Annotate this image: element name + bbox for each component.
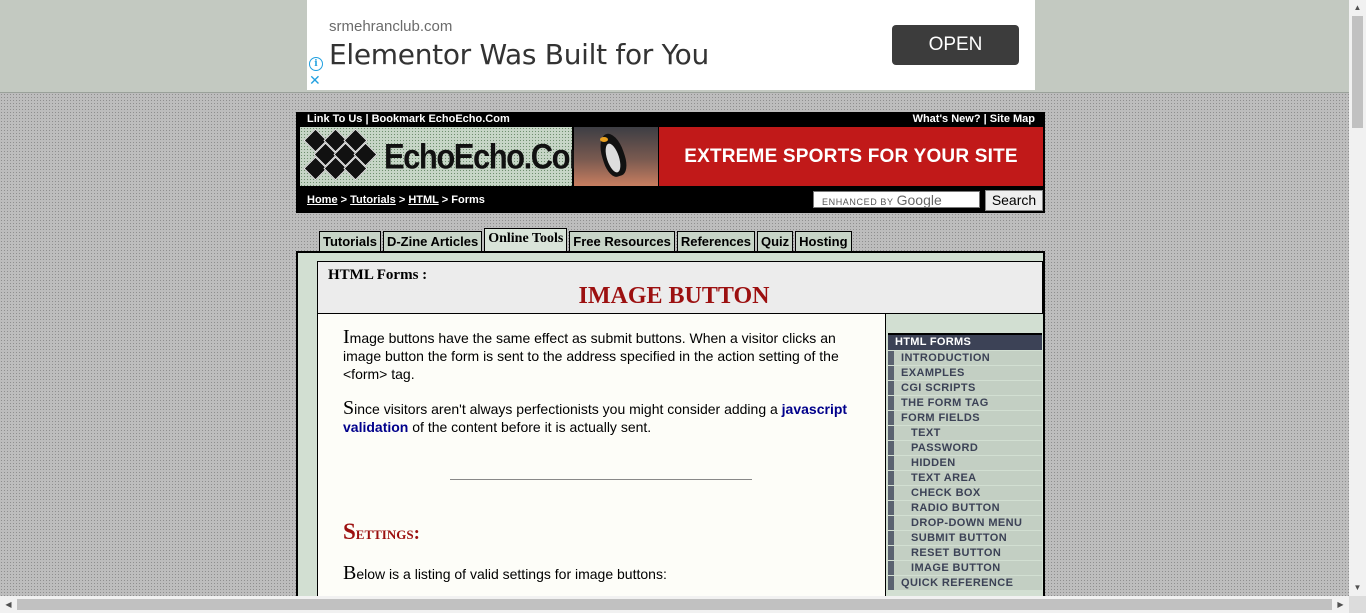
scroll-left-icon[interactable]: ◀	[0, 596, 17, 613]
main-tabs: Tutorials D-Zine Articles Online Tools F…	[319, 228, 854, 252]
close-icon[interactable]: ✕	[309, 72, 321, 88]
sidebar-heading: HTML FORMS	[888, 333, 1042, 350]
page-title: IMAGE BUTTON	[578, 283, 770, 309]
title-box: HTML Forms : IMAGE BUTTON	[317, 261, 1043, 314]
tab-dzine-articles[interactable]: D-Zine Articles	[382, 231, 483, 252]
tab-free-resources[interactable]: Free Resources	[569, 231, 675, 252]
sidebar-item-reset-button[interactable]: RESET BUTTON	[888, 546, 1042, 560]
extreme-sports-banner[interactable]: EXTREME SPORTS FOR YOUR SITE	[659, 127, 1043, 186]
settings-heading: Settings:	[343, 519, 420, 544]
ad-headline[interactable]: Elementor Was Built for You	[329, 38, 709, 71]
sidebar-item-check-box[interactable]: CHECK BOX	[888, 486, 1042, 500]
sidebar-item-quick-reference[interactable]: QUICK REFERENCE	[888, 576, 1042, 590]
breadcrumb-current: Forms	[451, 194, 485, 206]
tab-references[interactable]: References	[676, 231, 755, 252]
vertical-scrollbar[interactable]: ▲ ▼	[1349, 0, 1366, 596]
breadcrumb: Home > Tutorials > HTML > Forms	[307, 194, 485, 206]
sidebar-item-radio-button[interactable]: RADIO BUTTON	[888, 501, 1042, 515]
sidebar-item-drop-down-menu[interactable]: DROP-DOWN MENU	[888, 516, 1042, 530]
site-header: Link To Us | Bookmark EchoEcho.Com What'…	[296, 112, 1045, 213]
site-logo[interactable]: EchoEcho.Com	[300, 127, 597, 186]
breadcrumb-sep: >	[398, 194, 406, 206]
search-input[interactable]: ENHANCED BY Google	[813, 191, 980, 208]
sidebar-item-examples[interactable]: EXAMPLES	[888, 366, 1042, 380]
breadcrumb-tutorials[interactable]: Tutorials	[350, 194, 396, 206]
sidebar-item-form-fields[interactable]: FORM FIELDS	[888, 411, 1042, 425]
top-links-left[interactable]: Link To Us | Bookmark EchoEcho.Com	[307, 113, 510, 125]
search-button[interactable]: Search	[985, 190, 1043, 211]
echo-grid-logo-icon	[303, 128, 379, 181]
penguin-image	[574, 127, 658, 186]
breadcrumb-html[interactable]: HTML	[408, 194, 438, 206]
scroll-down-icon[interactable]: ▼	[1349, 580, 1366, 596]
horizontal-scrollbar[interactable]: ◀ ▶	[0, 596, 1349, 613]
article-body: Image buttons have the same effect as su…	[317, 314, 886, 613]
breadcrumb-sep: >	[441, 194, 449, 206]
scrollbar-corner	[1349, 596, 1366, 613]
tab-quiz[interactable]: Quiz	[756, 231, 794, 252]
paragraph-settings: Below is a listing of valid settings for…	[343, 562, 667, 584]
horizontal-scroll-thumb[interactable]	[17, 599, 1332, 610]
scroll-right-icon[interactable]: ▶	[1332, 596, 1349, 613]
breadcrumb-sep: >	[340, 194, 348, 206]
breadcrumb-home[interactable]: Home	[307, 194, 338, 206]
google-brand: Google	[896, 192, 942, 208]
paragraph-validation: Since visitors aren't always perfectioni…	[343, 397, 848, 435]
search-label: ENHANCED BY	[822, 197, 894, 207]
sidebar-item-introduction[interactable]: INTRODUCTION	[888, 351, 1042, 365]
info-icon[interactable]: i	[309, 57, 323, 71]
sidebar-item-hidden[interactable]: HIDDEN	[888, 456, 1042, 470]
tab-tutorials[interactable]: Tutorials	[319, 231, 381, 252]
section-label: HTML Forms :	[328, 267, 428, 283]
sidebar-item-the-form-tag[interactable]: THE FORM TAG	[888, 396, 1042, 410]
sidebar-item-cgi-scripts[interactable]: CGI SCRIPTS	[888, 381, 1042, 395]
sidebar-item-password[interactable]: PASSWORD	[888, 441, 1042, 455]
sidebar-item-text[interactable]: TEXT	[888, 426, 1042, 440]
ad-open-button[interactable]: OPEN	[892, 25, 1019, 65]
top-links-right[interactable]: What's New? | Site Map	[913, 113, 1035, 125]
site-container: Link To Us | Bookmark EchoEcho.Com What'…	[296, 112, 1045, 613]
content-panel: HTML Forms : IMAGE BUTTON Image buttons …	[296, 251, 1045, 613]
ad-banner[interactable]: srmehranclub.com Elementor Was Built for…	[307, 0, 1035, 90]
sidebar-nav: HTML FORMS INTRODUCTION EXAMPLES CGI SCRIP…	[888, 333, 1042, 590]
tab-online-tools[interactable]: Online Tools	[484, 228, 568, 252]
sidebar-item-text-area[interactable]: TEXT AREA	[888, 471, 1042, 485]
logo-text: EchoEcho.Com	[384, 136, 597, 177]
sidebar-item-submit-button[interactable]: SUBMIT BUTTON	[888, 531, 1042, 545]
tab-hosting[interactable]: Hosting	[795, 231, 852, 252]
scroll-up-icon[interactable]: ▲	[1349, 0, 1366, 16]
paragraph-intro: Image buttons have the same effect as su…	[343, 326, 839, 382]
divider	[450, 479, 752, 480]
vertical-scroll-thumb[interactable]	[1352, 16, 1363, 128]
sidebar-item-image-button[interactable]: IMAGE BUTTON	[888, 561, 1042, 575]
ad-domain: srmehranclub.com	[329, 18, 453, 35]
